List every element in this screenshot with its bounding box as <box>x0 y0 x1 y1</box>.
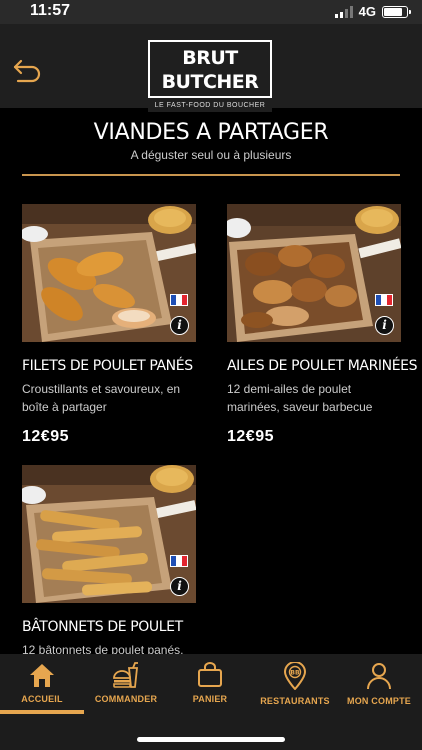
section-title: VIANDES A PARTAGER <box>93 120 329 145</box>
product-name: BÂTONNETS DE POULET <box>22 619 183 635</box>
nav-label: RESTAURANTS <box>260 696 330 706</box>
product-description: Croustillants et savoureux, en boîte à p… <box>22 382 181 414</box>
user-icon <box>367 663 391 690</box>
nav-label: ACCUEIL <box>21 694 63 704</box>
home-indicator[interactable] <box>137 737 285 742</box>
nav-label: COMMANDER <box>94 694 158 704</box>
nav-panier[interactable]: PANIER <box>168 662 252 712</box>
logo-text: BRUT BUTCHER <box>148 40 272 98</box>
map-pin-icon: BB <box>283 662 307 690</box>
nav-restaurants[interactable]: BB RESTAURANTS <box>253 662 337 712</box>
product-image: i <box>227 204 401 342</box>
product-price: 12€95 <box>227 428 274 445</box>
status-bar: 11:57 4G <box>0 0 422 24</box>
logo-tagline: LE FAST-FOOD DU BOUCHER <box>154 102 266 109</box>
product-name: AILES DE POULET MARINÉES <box>227 358 418 374</box>
signal-icon <box>334 5 353 18</box>
nav-accueil[interactable]: ACCUEIL <box>0 662 84 712</box>
bag-icon <box>198 662 222 687</box>
product-image: i <box>22 465 196 603</box>
france-flag-icon <box>375 294 393 306</box>
svg-text:BB: BB <box>290 670 300 677</box>
section-subtitle: A déguster seul ou à plusieurs <box>130 148 292 162</box>
product-name: FILETS DE POULET PANÉS <box>22 358 193 374</box>
product-description: 12 demi-ailes de poulet marinées, saveur… <box>227 382 373 414</box>
app-header: BRUT BUTCHER LE FAST-FOOD DU BOUCHER <box>0 24 422 112</box>
nav-label: MON COMPTE <box>347 696 411 706</box>
nav-mon-compte[interactable]: MON COMPTE <box>337 662 421 712</box>
product-card-batonnets[interactable]: i BÂTONNETS DE POULET 12 bâtonnets de po… <box>22 465 196 659</box>
info-icon[interactable]: i <box>170 316 189 335</box>
status-indicators: 4G <box>334 4 411 19</box>
nav-label: PANIER <box>192 694 228 704</box>
info-icon[interactable]: i <box>375 316 394 335</box>
nav-commander[interactable]: COMMANDER <box>84 662 168 712</box>
product-image: i <box>22 204 196 342</box>
info-icon[interactable]: i <box>170 577 189 596</box>
product-price: 12€95 <box>22 428 69 445</box>
battery-icon <box>382 5 411 18</box>
back-button[interactable] <box>10 52 44 86</box>
status-time: 11:57 <box>30 2 71 19</box>
bottom-navigation: ACCUEIL COMMANDER PANIER BB RESTAURANTS <box>0 654 422 750</box>
brand-logo[interactable]: BRUT BUTCHER LE FAST-FOOD DU BOUCHER <box>148 40 272 112</box>
back-arrow-icon <box>13 59 41 83</box>
product-card-filets[interactable]: i FILETS DE POULET PANÉS Croustillants e… <box>22 204 196 446</box>
section-divider <box>22 174 400 176</box>
france-flag-icon <box>170 294 188 306</box>
france-flag-icon <box>170 555 188 567</box>
burger-drink-icon <box>113 662 138 688</box>
product-card-ailes[interactable]: i AILES DE POULET MARINÉES 12 demi-ailes… <box>227 204 418 446</box>
network-type: 4G <box>358 4 376 19</box>
nav-active-indicator <box>0 710 84 714</box>
home-icon <box>30 664 54 687</box>
